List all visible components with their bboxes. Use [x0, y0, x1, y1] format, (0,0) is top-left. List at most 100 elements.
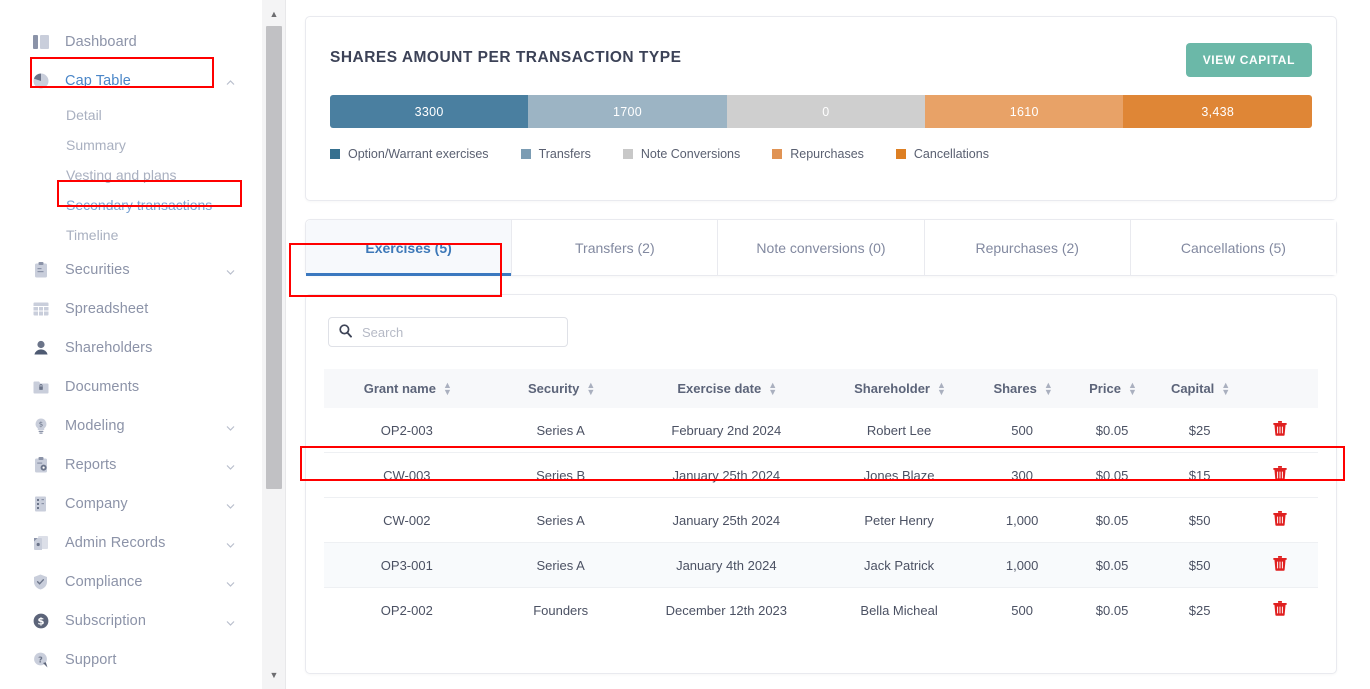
- column-header-security[interactable]: Security ▲ ▼: [490, 369, 632, 408]
- search-input[interactable]: [328, 317, 568, 347]
- column-header-shares[interactable]: Shares ▲ ▼: [977, 369, 1067, 408]
- column-header-grant-name[interactable]: Grant name ▲ ▼: [324, 369, 490, 408]
- scrollbar-thumb[interactable]: [266, 26, 282, 489]
- cell-price: $0.05: [1067, 497, 1158, 543]
- sidebar-item-spreadsheet[interactable]: Spreadsheet: [0, 289, 262, 328]
- chevron-down-icon[interactable]: [225, 459, 236, 470]
- legend-item-repurchases[interactable]: Repurchases: [772, 147, 864, 161]
- main-content: SHARES AMOUNT PER TRANSACTION TYPE VIEW …: [287, 0, 1370, 689]
- sidebar-item-company[interactable]: Company: [0, 484, 262, 523]
- sidebar-item-modeling[interactable]: $ Modeling: [0, 406, 262, 445]
- sidebar-item-dashboard[interactable]: Dashboard: [0, 22, 262, 61]
- sidebar-subitem-summary[interactable]: Summary: [0, 130, 262, 160]
- tab-exercises[interactable]: Exercises (5): [306, 220, 513, 276]
- cell-actions: [1242, 588, 1318, 633]
- search-icon: [339, 324, 352, 343]
- sort-icon[interactable]: ▲ ▼: [1221, 380, 1230, 396]
- cell-actions: [1242, 542, 1318, 588]
- cell-grant-name: OP3-001: [324, 542, 490, 588]
- column-header-exercise-date[interactable]: Exercise date ▲ ▼: [632, 369, 821, 408]
- tab-repurchases[interactable]: Repurchases (2): [924, 220, 1131, 275]
- sidebar-item-securities[interactable]: Securities: [0, 250, 262, 289]
- column-header-shareholder[interactable]: Shareholder ▲ ▼: [821, 369, 977, 408]
- sidebar-item-label: Support: [65, 651, 117, 668]
- delete-icon[interactable]: [1273, 511, 1287, 529]
- sidebar-subitem-vesting-and-plans[interactable]: Vesting and plans: [0, 160, 262, 190]
- sidebar-item-compliance[interactable]: Compliance: [0, 562, 262, 601]
- scroll-up-arrow[interactable]: ▲: [262, 4, 286, 24]
- view-capital-button[interactable]: VIEW CAPITAL: [1185, 43, 1312, 77]
- dashboard-icon: [32, 33, 49, 50]
- table-row[interactable]: CW-003 Series B January 25th 2024 Jones …: [324, 452, 1318, 498]
- legend-item-transfers[interactable]: Transfers: [520, 147, 591, 161]
- chevron-down-icon[interactable]: [225, 420, 236, 431]
- sort-icon[interactable]: ▲ ▼: [1044, 380, 1053, 396]
- sort-icon[interactable]: ▲ ▼: [586, 380, 595, 396]
- sidebar-subitem-label: Summary: [66, 137, 126, 153]
- delete-icon[interactable]: [1273, 421, 1287, 439]
- bar-segment-value: 1610: [1009, 104, 1039, 119]
- chevron-down-icon[interactable]: [225, 498, 236, 509]
- column-label: Capital: [1170, 381, 1215, 396]
- sidebar-item-subscription[interactable]: $ Subscription: [0, 601, 262, 640]
- svg-text:?: ?: [38, 655, 43, 664]
- sidebar-item-admin-records[interactable]: Admin Records: [0, 523, 262, 562]
- chevron-down-icon[interactable]: [225, 537, 236, 548]
- cell-actions: [1242, 408, 1318, 453]
- sidebar-item-shareholders[interactable]: Shareholders: [0, 328, 262, 367]
- sidebar-item-label: Subscription: [65, 612, 146, 629]
- sidebar-subitem-detail[interactable]: Detail: [0, 100, 262, 130]
- legend-label: Transfers: [538, 147, 591, 161]
- delete-icon[interactable]: [1273, 601, 1287, 619]
- table-icon: [32, 300, 49, 317]
- scroll-down-arrow[interactable]: ▼: [262, 665, 286, 685]
- table-row[interactable]: CW-002 Series A January 25th 2024 Peter …: [324, 497, 1318, 543]
- content-scrollbar[interactable]: ▲ ▼: [262, 0, 286, 689]
- cell-price: $0.05: [1067, 452, 1158, 498]
- sidebar-item-label: Spreadsheet: [65, 300, 149, 317]
- column-header-capital[interactable]: Capital ▲ ▼: [1157, 369, 1242, 408]
- sort-icon[interactable]: ▲ ▼: [1128, 380, 1137, 396]
- sidebar-item-label: Modeling: [65, 417, 125, 434]
- sidebar-subitem-timeline[interactable]: Timeline: [0, 220, 262, 250]
- sort-icon[interactable]: ▲ ▼: [937, 380, 946, 396]
- dollar-circle-icon: $: [32, 612, 49, 629]
- cell-capital: $25: [1157, 408, 1243, 453]
- sidebar-subitem-secondary-transactions[interactable]: Secondary transactions: [0, 190, 262, 220]
- tab-note-conversions[interactable]: Note conversions (0): [718, 220, 925, 275]
- sidebar-item-support[interactable]: ? Support: [0, 640, 262, 679]
- chevron-down-icon[interactable]: [225, 615, 236, 626]
- tab-label: Note conversions (0): [756, 239, 886, 256]
- sidebar-item-reports[interactable]: Reports: [0, 445, 262, 484]
- sidebar-item-cap-table[interactable]: Cap Table: [0, 61, 262, 100]
- delete-icon[interactable]: [1273, 466, 1287, 484]
- table-row[interactable]: OP2-002 Founders December 12th 2023 Bell…: [324, 588, 1318, 633]
- table-row[interactable]: OP2-003 Series A February 2nd 2024 Rober…: [324, 408, 1318, 453]
- chevron-down-icon[interactable]: [225, 576, 236, 587]
- shares-chart-card: SHARES AMOUNT PER TRANSACTION TYPE VIEW …: [305, 16, 1337, 201]
- cell-exercise-date: January 25th 2024: [631, 452, 821, 498]
- chevron-down-icon[interactable]: [225, 264, 236, 275]
- sort-icon[interactable]: ▲ ▼: [443, 380, 452, 396]
- cell-grant-name: OP2-002: [380, 602, 433, 618]
- legend-item-note-conversions[interactable]: Note Conversions: [622, 147, 740, 161]
- sidebar-item-documents[interactable]: Documents: [0, 367, 262, 406]
- bar-segment-value: 3300: [414, 104, 444, 119]
- tab-cancellations[interactable]: Cancellations (5): [1130, 220, 1337, 275]
- legend-item-cancellations[interactable]: Cancellations: [895, 147, 989, 161]
- table-body: OP2-003 Series A February 2nd 2024 Rober…: [324, 408, 1318, 632]
- cell-shareholder: Peter Henry: [820, 497, 978, 543]
- report-gear-icon: [32, 456, 49, 473]
- sort-icon[interactable]: ▲ ▼: [768, 380, 777, 396]
- column-header-price[interactable]: Price ▲ ▼: [1067, 369, 1157, 408]
- cell-capital: $50: [1157, 542, 1243, 588]
- delete-icon[interactable]: [1273, 556, 1287, 574]
- cell-security: Series A: [489, 408, 632, 453]
- cell-exercise-date: December 12th 2023: [665, 602, 788, 618]
- table-row[interactable]: OP3-001 Series A January 4th 2024 Jack P…: [324, 542, 1318, 588]
- tab-transfers[interactable]: Transfers (2): [512, 220, 719, 275]
- legend-item-option-warrant-exercises[interactable]: Option/Warrant exercises: [330, 147, 489, 161]
- chevron-up-icon[interactable]: [225, 75, 236, 86]
- cell-capital: $15: [1157, 452, 1243, 498]
- sidebar-item-label: Shareholders: [65, 339, 153, 356]
